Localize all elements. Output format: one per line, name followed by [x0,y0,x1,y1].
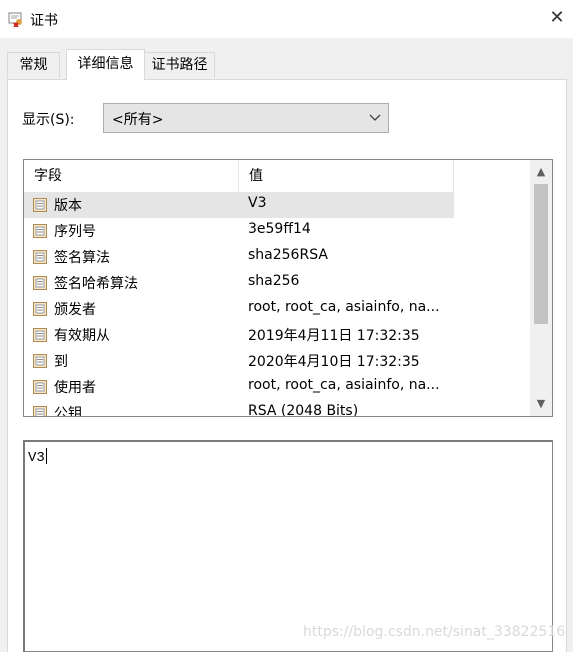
field-detail-text: V3 [28,448,47,466]
field-icon [33,198,47,212]
scrollbar-thumb[interactable] [534,184,548,324]
field-icon [33,328,47,342]
list-item[interactable]: 颁发者 root, root_ca, asiainfo, na... [24,296,454,322]
field-icon [33,276,47,290]
field-name: 到 [54,354,68,370]
field-name: 签名算法 [54,250,110,266]
show-filter-dropdown[interactable]: <所有> [103,103,389,133]
list-item[interactable]: 签名哈希算法 sha256 [24,270,454,296]
column-header-field[interactable]: 字段 [24,160,239,192]
field-value: 3e59ff14 [248,221,311,237]
fields-list[interactable]: 字段 值 版本 V3 序列号 3e59ff14 签名算法 sha256RSA 签名哈希算法 s… [23,159,553,417]
list-item[interactable]: 版本 V3 [24,192,454,218]
field-icon [33,380,47,394]
field-name: 有效期从 [54,328,110,344]
field-value: root, root_ca, asiainfo, na... [248,299,440,315]
field-value: 2020年4月10日 17:32:35 [248,354,420,370]
window-title: 证书 [30,13,58,29]
list-scrollbar[interactable]: ▲ ▼ [530,160,552,416]
field-name: 版本 [54,198,82,214]
field-value: sha256RSA [248,247,328,263]
text-caret [45,448,47,464]
list-item[interactable]: 到 2020年4月10日 17:32:35 [24,348,454,374]
field-name: 使用者 [54,380,96,396]
field-icon [33,224,47,238]
field-value: 2019年4月11日 17:32:35 [248,328,420,344]
column-header-value[interactable]: 值 [239,160,454,192]
field-value: sha256 [248,273,300,289]
field-name: 颁发者 [54,302,96,318]
field-icon [33,406,47,416]
list-item[interactable]: 序列号 3e59ff14 [24,218,454,244]
scroll-up-icon[interactable]: ▲ [530,162,552,182]
list-item[interactable]: 签名算法 sha256RSA [24,244,454,270]
scroll-down-icon[interactable]: ▼ [530,394,552,414]
title-bar: 证书 ✕ [0,0,573,38]
field-icon [33,250,47,264]
field-value: V3 [248,195,267,211]
field-name: 公钥 [54,406,82,417]
close-button[interactable]: ✕ [548,8,566,28]
field-value: RSA (2048 Bits) [248,403,359,417]
field-name: 序列号 [54,224,96,240]
list-item[interactable]: 有效期从 2019年4月11日 17:32:35 [24,322,454,348]
tab-general[interactable]: 常规 [7,52,60,78]
field-detail-box[interactable]: V3 [23,440,553,652]
field-icon [33,302,47,316]
watermark: https://blog.csdn.net/sinat_33822516 [303,624,566,640]
chevron-down-icon [369,114,381,121]
certificate-icon [8,12,22,27]
field-name: 签名哈希算法 [54,276,138,292]
field-icon [33,354,47,368]
list-header: 字段 值 [24,160,530,192]
show-label: 显示(S): [22,112,75,128]
list-item[interactable]: 公钥 RSA (2048 Bits) [24,400,454,417]
tab-details[interactable]: 详细信息 [66,49,145,80]
tab-certification-path[interactable]: 证书路径 [144,52,215,78]
field-value: root, root_ca, asiainfo, na... [248,377,440,393]
show-filter-value: <所有> [112,112,164,128]
list-item[interactable]: 使用者 root, root_ca, asiainfo, na... [24,374,454,400]
